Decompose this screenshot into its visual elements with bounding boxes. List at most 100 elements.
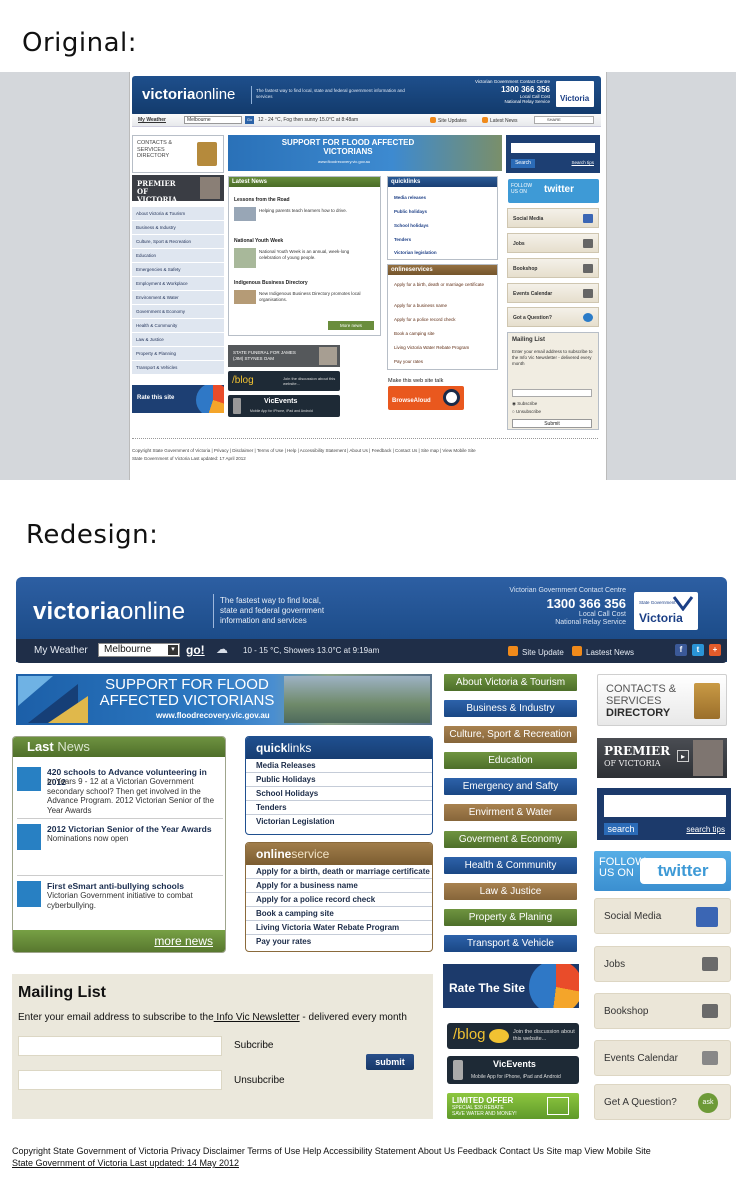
original-news-title[interactable]: Indigenous Business Directory: [234, 280, 308, 286]
original-browsealoud-button[interactable]: BrowseAloud: [388, 386, 464, 410]
redesign-limited-offer[interactable]: LIMITED OFFER SPECIAL $30 REBATE SAVE WA…: [447, 1093, 579, 1119]
original-vicevents-banner[interactable]: VicEvents Mobile App for iPhone, iPad an…: [228, 395, 340, 417]
original-news-title[interactable]: National Youth Week: [234, 238, 283, 244]
redesign-twitter-banner[interactable]: FOLLOW US ON twitter: [594, 851, 731, 891]
redesign-my-weather[interactable]: My Weather: [34, 645, 88, 656]
category-button[interactable]: Education: [444, 752, 577, 769]
redesign-bookshop[interactable]: Bookshop: [594, 993, 731, 1029]
redesign-search-button[interactable]: search: [604, 823, 638, 835]
redesign-jobs[interactable]: Jobs: [594, 946, 731, 982]
original-events-calendar[interactable]: Events Calendar: [507, 283, 599, 303]
original-logo[interactable]: victoriaonline: [142, 86, 235, 103]
original-submit-button[interactable]: Submit: [512, 419, 592, 428]
original-nav-item[interactable]: Business & Industry: [132, 221, 224, 235]
redesign-vicevents-banner[interactable]: VicEvents Mobile App for iPhone, iPad an…: [447, 1056, 579, 1084]
online-service-link[interactable]: Pay your rates: [246, 935, 432, 949]
quicklink[interactable]: School Holidays: [246, 787, 432, 801]
original-search-input[interactable]: [511, 143, 595, 153]
redesign-search-input[interactable]: [604, 795, 726, 817]
more-news-link[interactable]: more news: [154, 934, 213, 948]
category-button[interactable]: Emergency and Safty: [444, 778, 577, 795]
original-service-link[interactable]: Pay your rates: [394, 359, 423, 365]
info-vic-newsletter-link[interactable]: Info Vic Newsletter: [214, 1012, 299, 1023]
redesign-site-update[interactable]: Site Update: [508, 646, 564, 657]
original-latest-news-link[interactable]: Latest News: [482, 117, 518, 124]
original-quicklink[interactable]: Victorian legislation: [394, 250, 437, 256]
redesign-city-select[interactable]: Melbourne ▾: [98, 643, 180, 657]
original-rate-site[interactable]: Rate this site: [132, 385, 224, 413]
original-service-link[interactable]: Book a camping site: [394, 331, 435, 337]
category-button[interactable]: Law & Justice: [444, 883, 577, 900]
original-state-funeral-banner[interactable]: STATE FUNERAL FOR JAMES (JIM) STYNES OAM: [228, 345, 340, 367]
online-service-link[interactable]: Book a camping site: [246, 907, 432, 921]
redesign-logo[interactable]: victoriaonline: [33, 598, 185, 626]
news-item[interactable]: 420 schools to Advance volunteering in 2…: [17, 767, 225, 817]
original-go-button[interactable]: Go: [245, 116, 254, 124]
quicklink[interactable]: Victorian Legislation: [246, 815, 432, 829]
news-item[interactable]: 2012 Victorian Senior of the Year Awards…: [17, 824, 225, 854]
category-button[interactable]: Culture, Sport & Recreation: [444, 726, 577, 743]
original-unsubscribe-radio[interactable]: ○ Unsubscribe: [512, 409, 541, 415]
original-quicklink[interactable]: Media releases: [394, 195, 426, 201]
quicklink[interactable]: Tenders: [246, 801, 432, 815]
original-nav-item[interactable]: Culture, Sport & Recreation: [132, 235, 224, 249]
original-site-updates[interactable]: Site Updates: [430, 117, 467, 124]
original-social-media[interactable]: Social Media: [507, 208, 599, 228]
plus-icon[interactable]: +: [709, 644, 721, 656]
redesign-get-question[interactable]: Get A Question? ask: [594, 1084, 731, 1120]
original-nav-item[interactable]: Government & Economy: [132, 305, 224, 319]
original-news-title[interactable]: Lessons from the Road: [234, 197, 290, 203]
original-quicklink[interactable]: School holidays: [394, 223, 429, 229]
original-quicklink[interactable]: Tenders: [394, 237, 411, 243]
original-nav-item[interactable]: Law & Justice: [132, 333, 224, 347]
original-share-button[interactable]: SHARE: [534, 116, 594, 124]
original-nav-item[interactable]: Emergencies & Safety: [132, 263, 224, 277]
original-twitter-banner[interactable]: FOLLOW US ON twitter: [508, 179, 599, 203]
original-quicklink[interactable]: Public holidays: [394, 209, 427, 215]
original-contacts-directory[interactable]: CONTACTS & SERVICES DIRECTORY: [132, 135, 224, 173]
facebook-icon[interactable]: f: [675, 644, 687, 656]
twitter-icon[interactable]: t: [692, 644, 704, 656]
redesign-social-media[interactable]: Social Media: [594, 898, 731, 934]
original-more-news-button[interactable]: More news: [328, 321, 374, 330]
original-search-tips[interactable]: Search tips: [571, 160, 594, 165]
quicklink[interactable]: Public Holidays: [246, 773, 432, 787]
category-button[interactable]: Health & Community: [444, 857, 577, 874]
category-button[interactable]: About Victoria & Tourism: [444, 674, 577, 691]
redesign-contacts-directory[interactable]: CONTACTS & SERVICES DIRECTORY: [597, 674, 727, 726]
original-city-select[interactable]: Melbourne: [184, 116, 242, 124]
original-nav-item[interactable]: Education: [132, 249, 224, 263]
original-nav-item[interactable]: Employment & Workplace: [132, 277, 224, 291]
online-service-link[interactable]: Apply for a police record check: [246, 893, 432, 907]
redesign-go-button[interactable]: go!: [186, 643, 205, 657]
category-button[interactable]: Business & Industry: [444, 700, 577, 717]
original-nav-item[interactable]: Environment & Water: [132, 291, 224, 305]
category-button[interactable]: Property & Planing: [444, 909, 577, 926]
original-my-weather[interactable]: My Weather: [138, 117, 166, 123]
original-nav-item[interactable]: About Victoria & Tourism: [132, 207, 224, 221]
original-got-question[interactable]: Got a Question?: [507, 307, 599, 327]
redesign-search-tips[interactable]: search tips: [686, 825, 725, 834]
news-item[interactable]: First eSmart anti-bullying schools Victo…: [17, 881, 225, 921]
original-subscribe-radio[interactable]: ◉ Subscribe: [512, 401, 537, 407]
original-email-input[interactable]: [512, 389, 592, 397]
submit-button[interactable]: submit: [366, 1054, 414, 1070]
category-button[interactable]: Goverment & Economy: [444, 831, 577, 848]
quicklink[interactable]: Media Releases: [246, 759, 432, 773]
redesign-blog-banner[interactable]: /blog Join the discussion about this web…: [447, 1023, 579, 1049]
original-blog-banner[interactable]: /blog Join the discussion about this web…: [228, 371, 340, 391]
online-service-link[interactable]: Living Victoria Water Rebate Program: [246, 921, 432, 935]
footer-links[interactable]: Copyright State Government of Victoria P…: [12, 1145, 724, 1157]
original-jobs[interactable]: Jobs: [507, 233, 599, 253]
original-service-link[interactable]: Apply for a birth, death or marriage cer…: [394, 282, 492, 288]
redesign-rate-site[interactable]: Rate The Site: [443, 964, 579, 1008]
original-service-link[interactable]: Apply for a police record check: [394, 317, 456, 323]
original-premier-banner[interactable]: PREMIER OF VICTORIA: [132, 175, 224, 204]
original-flood-banner[interactable]: SUPPORT FOR FLOOD AFFECTED VICTORIANS ww…: [228, 135, 502, 171]
original-nav-item[interactable]: Transport & Vehicles: [132, 361, 224, 375]
category-button[interactable]: Transport & Vehicle: [444, 935, 577, 952]
redesign-premier-banner[interactable]: PREMIER OF VICTORIA ▸: [597, 738, 727, 778]
subscribe-email-input[interactable]: [18, 1036, 222, 1056]
original-nav-item[interactable]: Property & Planning: [132, 347, 224, 361]
online-service-link[interactable]: Apply for a business name: [246, 879, 432, 893]
